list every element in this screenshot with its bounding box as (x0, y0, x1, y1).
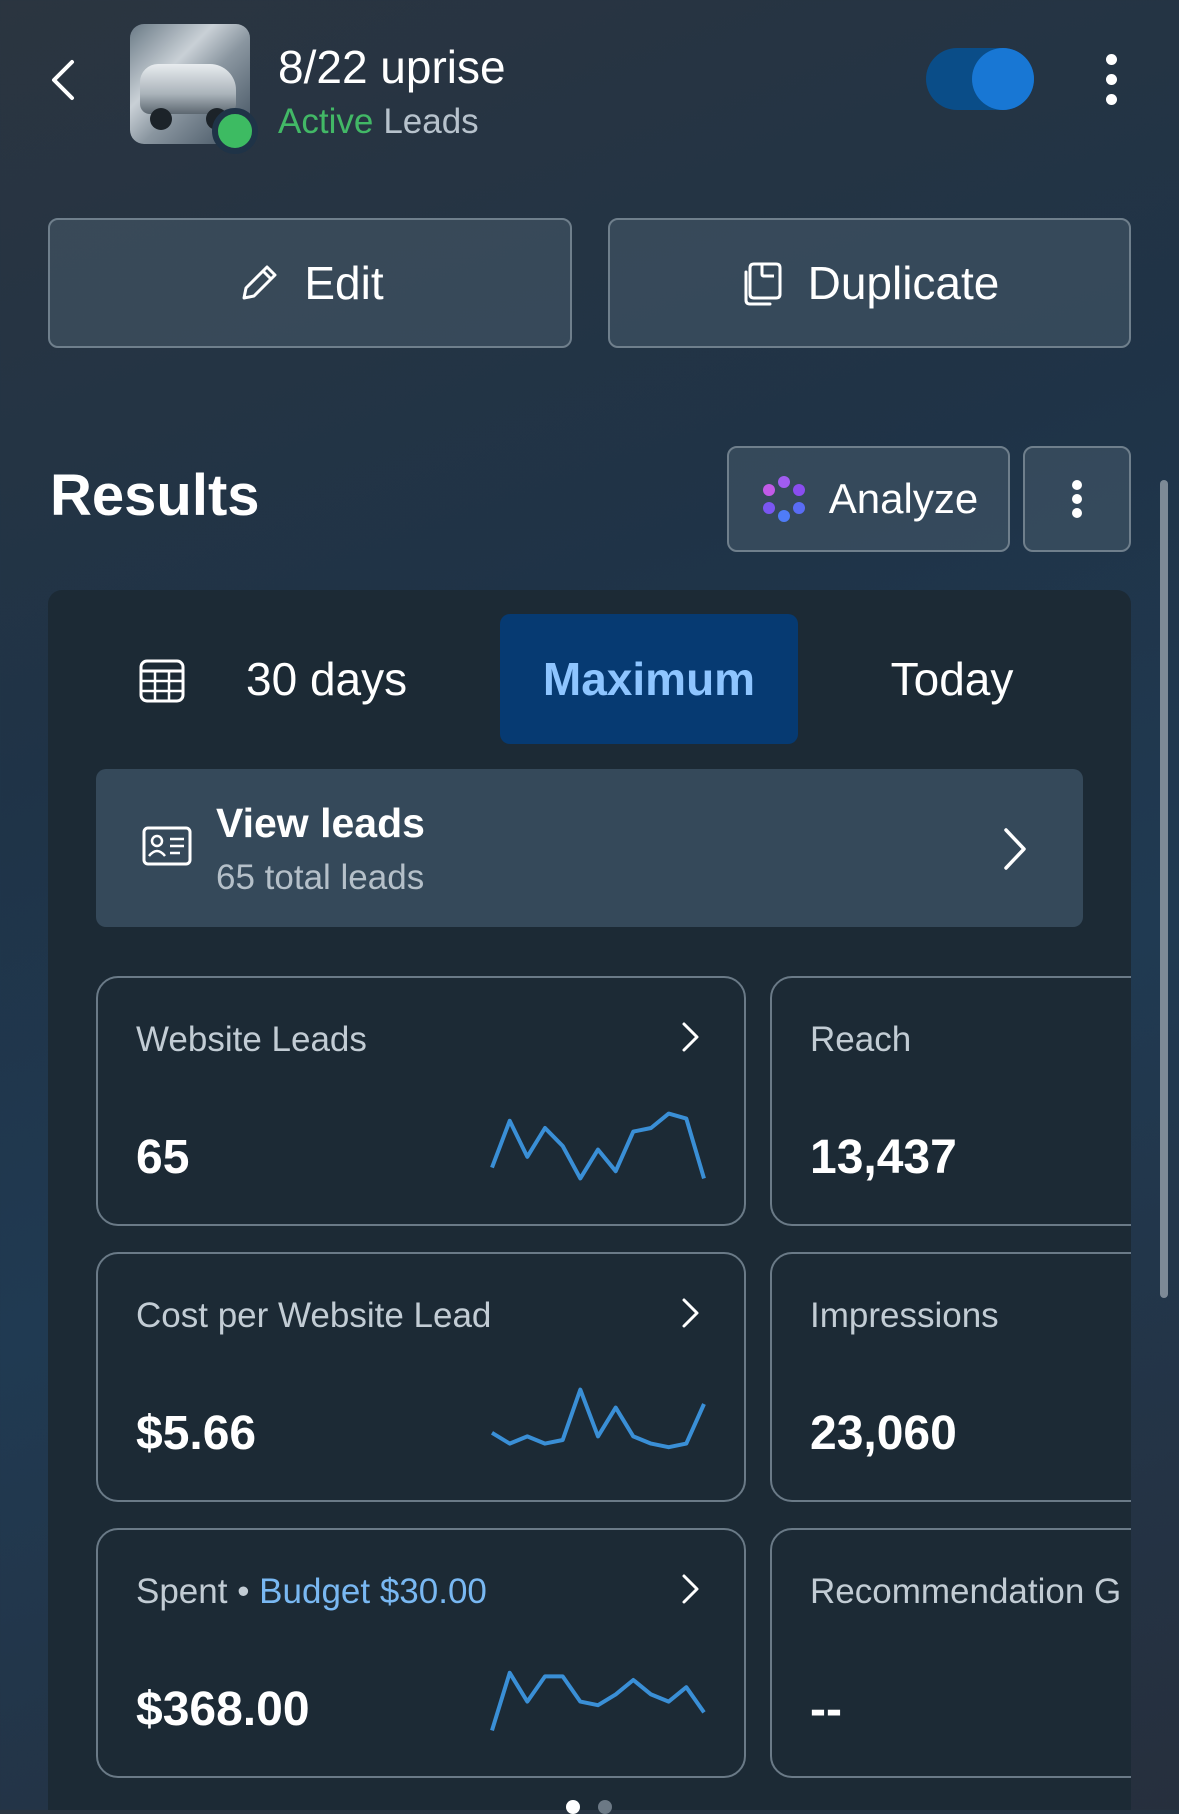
car-image (140, 64, 236, 114)
metric-label: Reach (810, 1020, 912, 1059)
sparkline-path (490, 1670, 706, 1731)
edit-label: Edit (304, 257, 384, 309)
metric-card-website-leads[interactable] (96, 976, 746, 1226)
metric-cards-right-column: Reach 13,437 Impressions 23,060 Recommen… (770, 970, 1131, 1810)
calendar-icon[interactable] (138, 656, 186, 704)
metric-value: $368.00 (136, 1683, 310, 1736)
chevron-right-icon (1004, 828, 1026, 870)
status-label: Active (278, 102, 374, 141)
metric-value: -- (810, 1683, 842, 1736)
metric-label: Cost per Website Lead (136, 1296, 492, 1335)
contact-card-icon (142, 826, 192, 866)
sparkline-path (490, 1387, 706, 1450)
sparkline-website-leads (490, 1111, 706, 1181)
metric-label: Website Leads (136, 1020, 367, 1059)
chevron-right-icon (682, 1574, 699, 1604)
view-leads-title: View leads (216, 800, 425, 846)
view-leads-row[interactable] (96, 769, 1083, 927)
sparkline-spent (490, 1670, 706, 1731)
page-indicator-dot (598, 1800, 612, 1814)
analyze-button[interactable]: Analyze (727, 446, 1010, 552)
metric-label: Recommendation G (810, 1572, 1122, 1611)
results-more-button[interactable] (1023, 446, 1131, 552)
spent-label: Spent (136, 1572, 228, 1611)
budget-label: Budget $30.00 (259, 1572, 487, 1611)
page-indicator-dot-active (566, 1800, 580, 1814)
tab-30-days[interactable]: 30 days (246, 614, 446, 744)
metric-card-reach[interactable]: Reach 13,437 (770, 976, 1131, 1226)
sparkle-dots-icon (762, 476, 805, 522)
duplicate-label: Duplicate (807, 257, 1000, 309)
duplicate-button[interactable]: Duplicate (608, 218, 1131, 348)
metric-label-spent: Spent • Budget $30.00 (136, 1572, 487, 1611)
active-status-dot (212, 108, 258, 154)
tab-maximum[interactable]: Maximum (500, 614, 798, 744)
sparkline-cost-per-lead (490, 1387, 706, 1450)
metric-card-recommendation[interactable]: Recommendation G -- (770, 1528, 1131, 1778)
results-heading: Results (50, 463, 260, 528)
objective-label: Leads (383, 102, 479, 141)
metric-card-spent[interactable] (96, 1528, 746, 1778)
back-chevron-icon[interactable] (48, 58, 78, 102)
duplicate-icon (744, 262, 782, 306)
sparkline-path (490, 1111, 706, 1181)
metric-label: Impressions (810, 1296, 999, 1335)
toggle-knob (972, 48, 1034, 110)
metric-card-cost-per-lead[interactable] (96, 1252, 746, 1502)
metric-value: 13,437 (810, 1131, 957, 1184)
metric-value: $5.66 (136, 1407, 257, 1460)
scrollbar[interactable] (1160, 480, 1168, 1298)
metric-value: 65 (136, 1131, 190, 1184)
campaign-title: 8/22 uprise (278, 41, 506, 93)
view-leads-count: 65 total leads (216, 858, 425, 897)
tab-today[interactable]: Today (852, 614, 1052, 744)
campaign-subtitle: Active Leads (278, 102, 479, 142)
edit-button[interactable]: Edit (48, 218, 572, 348)
chevron-right-icon (682, 1022, 699, 1052)
more-vertical-icon[interactable] (1094, 50, 1130, 110)
campaign-toggle[interactable] (926, 48, 1034, 110)
metric-value: 23,060 (810, 1407, 957, 1460)
more-vertical-icon (1072, 480, 1082, 518)
metric-card-impressions[interactable]: Impressions 23,060 (770, 1252, 1131, 1502)
analyze-label: Analyze (828, 475, 979, 522)
pencil-icon (242, 265, 277, 300)
chevron-right-icon (682, 1298, 699, 1328)
